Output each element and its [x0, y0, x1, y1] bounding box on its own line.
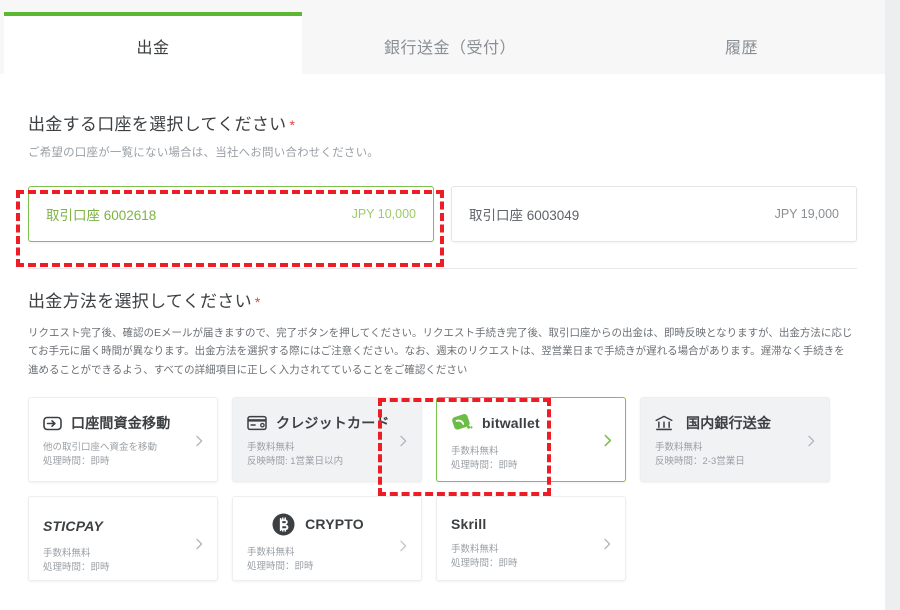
chevron-right-icon	[805, 434, 817, 447]
chevron-right-icon	[193, 537, 205, 550]
method-card-head: STICPAY	[43, 515, 203, 537]
method-section-title-text: 出金方法を選択してください	[28, 292, 252, 311]
section-divider	[28, 268, 857, 269]
method-section-title: 出金方法を選択してください *	[28, 287, 857, 312]
account-section-subtitle: ご希望の口座が一覧にない場合は、当社へお問い合わせください。	[28, 147, 379, 159]
method-card-head: 国内銀行送金	[655, 412, 815, 434]
method-card-line2: 処理時間：即時	[43, 455, 110, 467]
transfer-arrow-icon	[43, 415, 62, 432]
tab-withdrawal[interactable]: 出金	[4, 12, 302, 74]
method-card-line1: 手数料無料	[451, 446, 499, 458]
method-grid: 口座間資金移動 他の取引口座へ資金を移動 処理時間：即時 クレジットカード 手数…	[28, 397, 857, 582]
chevron-right-icon	[397, 539, 409, 552]
account-name: 取引口座 6002618	[46, 208, 157, 223]
account-section: 出金する口座を選択してください * ご希望の口座が一覧にない場合は、当社へお問い合…	[28, 110, 857, 242]
method-card-line2: 反映時間：2-3営業日	[655, 455, 745, 467]
account-balance: JPY 10,000	[351, 207, 416, 221]
skrill-logo-icon: Skrill	[451, 516, 487, 533]
chevron-right-icon	[601, 537, 613, 550]
bitcoin-icon	[272, 513, 295, 536]
method-card-sub: 手数料無料 処理時間：即時	[43, 547, 203, 575]
account-balance: JPY 19,000	[774, 207, 839, 221]
active-tab-indicator	[4, 12, 302, 16]
method-card-sub: 手数料無料 処理時間：即時	[247, 546, 407, 574]
account-name: 取引口座 6003049	[469, 208, 580, 223]
method-card-crypto[interactable]: CRYPTO 手数料無料 処理時間：即時	[232, 496, 422, 582]
content-inner: 出金する口座を選択してください * ご希望の口座が一覧にない場合は、当社へお問い合…	[28, 74, 857, 582]
bitwallet-logo-icon	[451, 413, 473, 433]
page-content: 出金する口座を選択してください * ご希望の口座が一覧にない場合は、当社へお問い合…	[0, 74, 885, 610]
method-card-label: CRYPTO	[305, 516, 364, 533]
account-required-asterisk: *	[289, 117, 296, 133]
method-card-head: Skrill	[451, 513, 611, 535]
tab-history[interactable]: 履歴	[598, 12, 885, 74]
method-card-label: 口座間資金移動	[71, 415, 171, 432]
method-card-line1: 手数料無料	[247, 547, 295, 559]
method-card-line2: 処理時間：即時	[451, 557, 518, 569]
tab-bank-transfer-label: 銀行送金（受付）	[383, 40, 516, 57]
method-card-line2: 反映時間: 1営業日以内	[247, 455, 344, 467]
account-list: 取引口座 6002618 JPY 10,000 取引口座 6003049 JPY…	[28, 186, 857, 242]
method-card-domestic-bank-transfer[interactable]: 国内銀行送金 手数料無料 反映時間：2-3営業日	[640, 397, 830, 483]
account-card-6002618[interactable]: 取引口座 6002618 JPY 10,000	[28, 186, 434, 242]
method-card-label: bitwallet	[482, 415, 540, 432]
method-card-sub: 手数料無料 処理時間：即時	[451, 543, 611, 571]
method-card-label: 国内銀行送金	[686, 415, 772, 432]
tab-bar: 出金 銀行送金（受付） 履歴	[0, 0, 885, 74]
tab-bank-transfer[interactable]: 銀行送金（受付）	[302, 12, 598, 74]
method-card-line2: 処理時間：即時	[43, 561, 110, 573]
method-card-head: クレジットカード	[247, 412, 407, 434]
method-card-line1: 手数料無料	[655, 442, 703, 454]
right-edge-strip	[885, 0, 900, 610]
method-card-line1: 手数料無料	[451, 544, 499, 556]
method-card-label: クレジットカード	[276, 415, 390, 432]
method-card-line1: 手数料無料	[247, 442, 295, 454]
method-card-sub: 手数料無料 処理時間：即時	[451, 445, 611, 473]
credit-card-icon	[247, 415, 267, 431]
app-root: 出金 銀行送金（受付） 履歴 出金する口座を選択してください * ご希望の口座が一…	[0, 0, 900, 610]
method-card-line2: 処理時間：即時	[247, 560, 314, 572]
method-card-head: 口座間資金移動	[43, 412, 203, 434]
method-card-credit-card[interactable]: クレジットカード 手数料無料 反映時間: 1営業日以内	[232, 397, 422, 483]
account-card-6003049[interactable]: 取引口座 6003049 JPY 19,000	[451, 186, 857, 242]
method-card-line1: 手数料無料	[43, 548, 91, 560]
chevron-right-icon	[193, 434, 205, 447]
method-card-account-transfer[interactable]: 口座間資金移動 他の取引口座へ資金を移動 処理時間：即時	[28, 397, 218, 483]
method-card-line2: 処理時間：即時	[451, 459, 518, 471]
sticpay-logo-icon: STICPAY	[43, 518, 103, 535]
tab-withdrawal-label: 出金	[136, 40, 170, 57]
method-card-sub: 手数料無料 反映時間：2-3営業日	[655, 441, 815, 469]
account-section-title-text: 出金する口座を選択してください	[28, 115, 287, 134]
method-card-head: CRYPTO	[247, 513, 407, 536]
chevron-right-icon	[601, 434, 613, 447]
method-card-bitwallet[interactable]: bitwallet 手数料無料 処理時間：即時	[436, 397, 626, 483]
bank-icon	[655, 415, 673, 432]
method-card-sub: 手数料無料 反映時間: 1営業日以内	[247, 441, 407, 469]
method-card-line1: 他の取引口座へ資金を移動	[43, 442, 158, 454]
method-card-sticpay[interactable]: STICPAY 手数料無料 処理時間：即時	[28, 496, 218, 582]
method-card-sub: 他の取引口座へ資金を移動 処理時間：即時	[43, 441, 203, 469]
method-section-description: リクエスト完了後、確認のEメールが届きますので、完了ボタンを押してください。リク…	[28, 327, 853, 376]
method-required-asterisk: *	[254, 294, 261, 310]
account-section-title: 出金する口座を選択してください *	[28, 110, 857, 135]
method-card-skrill[interactable]: Skrill 手数料無料 処理時間：即時	[436, 496, 626, 582]
method-card-head: bitwallet	[451, 412, 611, 434]
method-section: 出金方法を選択してください * リクエスト完了後、確認のEメールが届きますので、完…	[28, 287, 857, 582]
chevron-right-icon	[397, 434, 409, 447]
tab-history-label: 履歴	[724, 40, 758, 57]
